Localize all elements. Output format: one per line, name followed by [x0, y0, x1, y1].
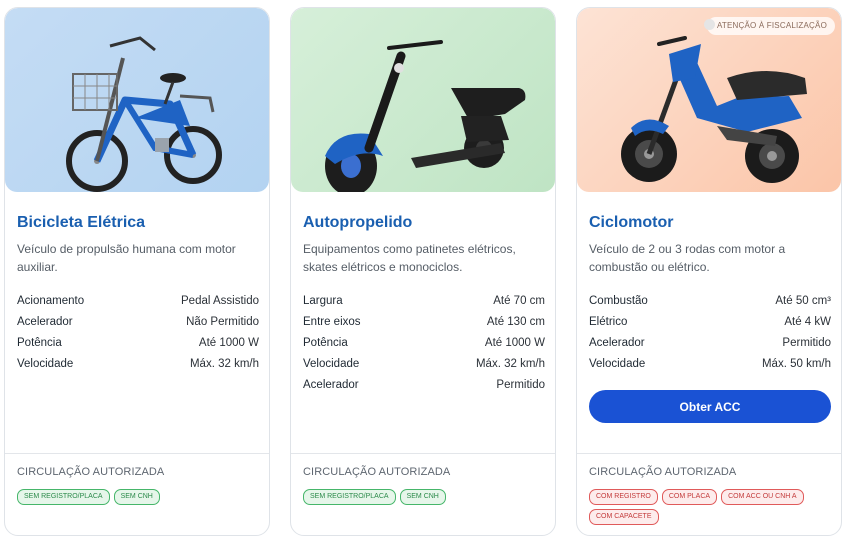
spec-value: Até 1000 W: [198, 337, 259, 349]
card-description: Veículo de 2 ou 3 rodas com motor a comb…: [589, 242, 786, 274]
spec-label: Acionamento: [17, 295, 85, 307]
spec-list: Largura Até 70 cm Entre eixos Até 130 cm P…: [303, 291, 545, 396]
requirement-tag: COM REGISTRO: [589, 489, 658, 505]
circulation-label: CIRCULAÇÃO AUTORIZADA: [303, 466, 451, 478]
spec-value: Permitido: [782, 337, 831, 349]
spec-value: Até 130 cm: [486, 316, 545, 328]
spec-row: Velocidade Máx. 32 km/h: [303, 354, 545, 375]
requirement-tags: SEM REGISTRO/PLACA SEM CNH: [303, 489, 547, 505]
requirement-tag: COM PLACA: [661, 489, 718, 505]
spec-label: Entre eixos: [303, 316, 361, 328]
spec-row: Elétrico Até 4 kW: [589, 312, 831, 333]
card-title: Autopropelido: [303, 214, 413, 231]
requirement-tags: COM REGISTRO COM PLACA COM ACC OU CNH A …: [589, 489, 833, 525]
spec-label: Elétrico: [589, 316, 628, 328]
spec-value: Permitido: [496, 379, 545, 391]
spec-row: Potência Até 1000 W: [303, 333, 545, 354]
spec-label: Potência: [303, 337, 348, 349]
vehicle-image: [291, 8, 555, 192]
spec-row: Acelerador Permitido: [303, 375, 545, 396]
spec-label: Acelerador: [17, 316, 73, 328]
vehicle-card-self-propelled: Autopropelido Equipamentos como patinete…: [290, 7, 556, 536]
spec-value: Até 70 cm: [493, 295, 545, 307]
spec-row: Potência Até 1000 W: [17, 333, 259, 354]
inspection-warning-badge: ATENÇÃO À FISCALIZAÇÃO: [703, 17, 835, 35]
spec-value: Até 1000 W: [484, 337, 545, 349]
spec-value: Não Permitido: [186, 316, 259, 328]
divider: [291, 453, 555, 454]
requirement-tag: SEM CNH: [399, 489, 446, 505]
spec-value: Pedal Assistido: [181, 295, 259, 307]
requirement-tag: COM CAPACETE: [589, 509, 659, 525]
spec-row: Velocidade Máx. 32 km/h: [17, 354, 259, 375]
requirement-tag: SEM CNH: [113, 489, 160, 505]
vehicle-card-moped: ATENÇÃO À FISCALIZAÇÃO Ciclomotor Veícul…: [576, 7, 842, 536]
circulation-label: CIRCULAÇÃO AUTORIZADA: [589, 466, 737, 478]
spec-label: Largura: [303, 295, 343, 307]
spec-row: Acelerador Permitido: [589, 333, 831, 354]
circulation-label: CIRCULAÇÃO AUTORIZADA: [17, 466, 165, 478]
card-title: Bicicleta Elétrica: [17, 214, 146, 231]
spec-row: Largura Até 70 cm: [303, 291, 545, 312]
spec-label: Velocidade: [303, 358, 360, 370]
spec-value: Máx. 32 km/h: [475, 358, 545, 370]
moped-icon: [621, 36, 807, 183]
spec-list: Combustão Até 50 cm³ Elétrico Até 4 kW Ace…: [589, 291, 831, 375]
spec-value: Máx. 50 km/h: [761, 358, 831, 370]
spec-row: Velocidade Máx. 50 km/h: [589, 354, 831, 375]
spec-value: Até 4 kW: [784, 316, 831, 328]
spec-row: Acionamento Pedal Assistido: [17, 291, 259, 312]
requirement-tag: COM ACC OU CNH A: [721, 489, 804, 505]
spec-label: Combustão: [589, 295, 648, 307]
requirement-tags: SEM REGISTRO/PLACA SEM CNH: [17, 489, 261, 505]
requirement-tag: SEM REGISTRO/PLACA: [303, 489, 396, 505]
divider: [577, 453, 841, 454]
spec-row: Combustão Até 50 cm³: [589, 291, 831, 312]
alert-icon: [703, 19, 715, 30]
spec-row: Entre eixos Até 130 cm: [303, 312, 545, 333]
spec-label: Potência: [17, 337, 62, 349]
divider: [5, 453, 269, 454]
spec-list: Acionamento Pedal Assistido Acelerador Não…: [17, 291, 259, 375]
spec-label: Velocidade: [589, 358, 646, 370]
spec-value: Máx. 32 km/h: [189, 358, 259, 370]
spec-value: Até 50 cm³: [775, 295, 831, 307]
spec-label: Acelerador: [589, 337, 645, 349]
vehicle-card-electric-bicycle: Bicicleta Elétrica Veículo de propulsão …: [4, 7, 270, 536]
card-description: Veículo de propulsão humana com motor au…: [17, 242, 236, 274]
card-title: Ciclomotor: [589, 214, 674, 231]
inspection-warning-text: ATENÇÃO À FISCALIZAÇÃO: [716, 21, 827, 30]
spec-label: Velocidade: [17, 358, 74, 370]
spec-label: Acelerador: [303, 379, 359, 391]
vehicle-image: ATENÇÃO À FISCALIZAÇÃO: [577, 8, 841, 192]
get-acc-button[interactable]: Obter ACC: [589, 390, 831, 423]
electric-scooter-icon: [325, 40, 526, 192]
spec-row: Acelerador Não Permitido: [17, 312, 259, 333]
electric-bicycle-icon: [66, 36, 222, 192]
card-description: Equipamentos como patinetes elétricos, s…: [303, 242, 516, 274]
requirement-tag: SEM REGISTRO/PLACA: [17, 489, 110, 505]
vehicle-image: [5, 8, 269, 192]
